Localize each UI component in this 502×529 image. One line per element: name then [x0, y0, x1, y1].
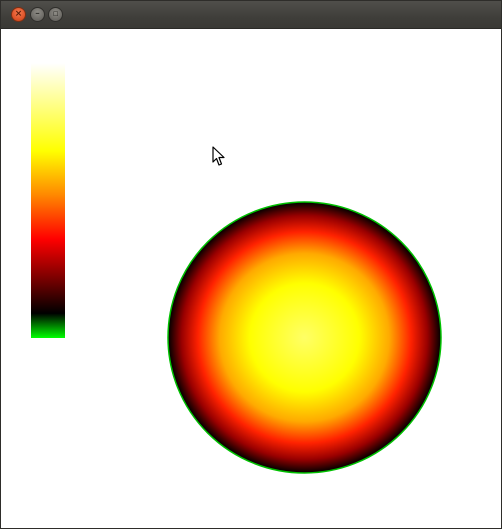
maximize-icon[interactable]: ▫: [48, 7, 63, 22]
heat-colorbar: [31, 63, 65, 338]
minimize-glyph: –: [35, 9, 40, 19]
close-icon[interactable]: ×: [11, 7, 26, 22]
heat-disk: [167, 201, 442, 474]
mouse-pointer-icon: [212, 146, 225, 166]
title-bar[interactable]: × – ▫: [1, 1, 501, 29]
minimize-icon[interactable]: –: [30, 7, 45, 22]
maximize-glyph: ▫: [52, 9, 59, 19]
close-glyph: ×: [14, 9, 23, 19]
heat-disk-shape: [167, 201, 442, 474]
canvas-area[interactable]: [1, 29, 501, 528]
app-window: × – ▫: [0, 0, 502, 529]
colorbar-fill: [31, 63, 65, 338]
